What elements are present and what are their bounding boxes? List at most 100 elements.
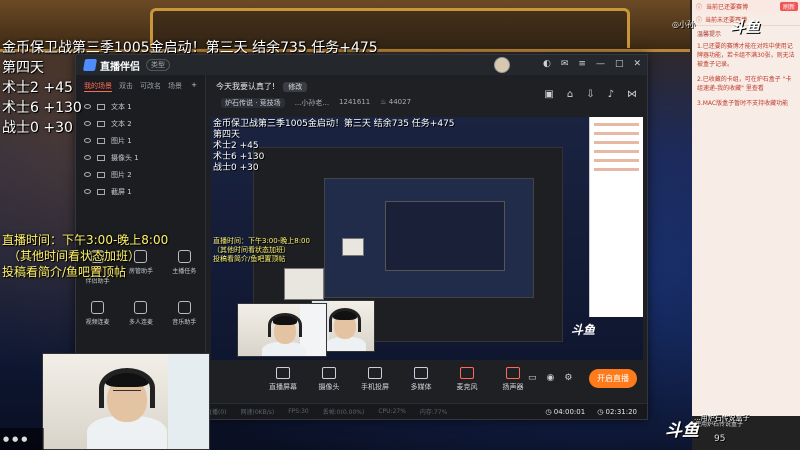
- hot-count: ♨ 44027: [380, 98, 411, 108]
- tip-item: 1.已还要的赛博才能在对阵中使用记牌器功能，若卡组不满30张，则无法被盒子记录。: [697, 43, 795, 68]
- live-timer-value: 04:00:01: [553, 407, 586, 416]
- speaker-button[interactable]: 扬声器: [496, 367, 530, 392]
- minimize-icon[interactable]: —: [596, 59, 605, 69]
- overlay-line: 术士2 +45: [2, 80, 73, 96]
- panel-top: ⓘ 当前已还要赛博 刷新: [692, 0, 800, 13]
- overlay-line: 金币保卫战第三季1005金启动！第三天 结余735 任务+475: [2, 40, 378, 56]
- refresh-button[interactable]: 刷新: [779, 2, 798, 11]
- douyu-logo: 斗鱼: [730, 18, 761, 36]
- menu-icon[interactable]: ≡: [578, 59, 586, 69]
- download-icon[interactable]: ⇩: [586, 89, 594, 100]
- monitor-icon: [276, 367, 290, 379]
- hud-number: 95: [714, 434, 726, 444]
- schedule-line: 直播时间：下午3:00-晚上8:00: [2, 233, 169, 247]
- layer-item[interactable]: 图片 2: [76, 166, 205, 183]
- microphone-icon: [460, 367, 474, 379]
- deck-tracker-panel: ⓘ 当前已还要赛博 刷新 ⓘ 当前未还要赛博 温馨提示 1.已还要的赛博才能在对…: [692, 0, 800, 450]
- camera-button[interactable]: 摄像头: [312, 367, 346, 392]
- status-item: 内存:77%: [419, 409, 448, 416]
- screenshot-icon: [97, 188, 105, 195]
- info-icon: ⓘ: [696, 16, 703, 24]
- webcam-body: [326, 337, 366, 351]
- control-label: 摄像头: [318, 383, 340, 391]
- phone-cast-button[interactable]: 手机投屏: [358, 367, 392, 392]
- tool-label: 视频连麦: [85, 319, 110, 326]
- view-icon[interactable]: ◉: [547, 373, 555, 383]
- status-timers: ◷ 04:00:01 ◷ 02:31:20: [545, 408, 647, 416]
- preview-panel-line: [594, 150, 639, 153]
- tip-item: 3.MAC版盒子暂时不支持收藏功能: [697, 100, 789, 107]
- microphone-button[interactable]: 麦克风: [450, 367, 484, 392]
- preview-right-panel: [589, 117, 643, 317]
- layer-label: 图片 2: [111, 170, 132, 179]
- schedule-line: 投稿看简介/鱼吧置顶帖: [2, 265, 127, 279]
- status-item: 丢帧:0(0.00%): [322, 409, 365, 416]
- status-item: 网速(0KB/s): [240, 409, 275, 416]
- overlay-line: 第四天: [2, 60, 44, 76]
- webcam-window-light: [167, 354, 209, 449]
- camera-icon: [322, 367, 336, 379]
- video-link-icon: [91, 301, 105, 314]
- record-icons: ▭ ◉ ⚙: [528, 373, 572, 383]
- schedule-line: （其他时间看状态加班）: [8, 249, 141, 263]
- phone-icon: [368, 367, 382, 379]
- message-icon[interactable]: ✉: [561, 59, 569, 69]
- overlay-line: 战士0 +30: [2, 120, 73, 136]
- preview-douyu-logo: 斗鱼: [571, 323, 596, 337]
- lock-icon[interactable]: ⌂: [567, 89, 573, 100]
- session-timer: ◷ 02:31:20: [597, 408, 637, 416]
- media-button[interactable]: 多媒体: [404, 367, 438, 392]
- skin-icon[interactable]: ◐: [543, 59, 551, 69]
- layer-item[interactable]: 摄像头 1: [76, 149, 205, 166]
- preview-panel-line: [594, 123, 639, 126]
- stream-screen: 直播伴侣 类型 ◐ ✉ ≡ — □ ✕ 我的场景 双击 可改名 场景 + 文本 …: [0, 0, 800, 450]
- control-label: 扬声器: [502, 383, 524, 391]
- secondary-webcam: [237, 303, 327, 357]
- close-icon[interactable]: ✕: [633, 59, 641, 69]
- info-icon: ⓘ: [696, 4, 703, 11]
- layer-item[interactable]: 截屏 1: [76, 183, 205, 200]
- fire-icon: ♨: [380, 98, 387, 106]
- preview-panel-line: [594, 159, 639, 162]
- source-controls: 直播屏幕 摄像头 手机投屏 多媒体 麦克风 扬声器: [266, 367, 530, 392]
- eye-icon[interactable]: [84, 172, 91, 177]
- clock-icon: ◷: [597, 407, 604, 416]
- top-right-icons: ▣ ⌂ ⇩ ♪ ⋈: [544, 89, 637, 100]
- gift-text: ...用炉石传说盒子: [694, 414, 750, 422]
- eye-icon[interactable]: [84, 155, 91, 160]
- tool-label: 主播任务: [172, 268, 197, 275]
- multi-link-tool[interactable]: 多人连麦: [121, 301, 161, 326]
- preview-nested-window-3: [385, 201, 505, 271]
- multi-link-icon: [134, 301, 148, 314]
- maximize-icon[interactable]: □: [615, 59, 624, 69]
- status-item: FPS:30: [288, 408, 309, 415]
- media-icon: [414, 367, 428, 379]
- bottom-left-hud: ● ● ●: [0, 428, 44, 450]
- tip-item: 2.已收藏的卡组，可在炉石盒子 "卡组速递-我的收藏" 里查看: [697, 76, 792, 92]
- preview-panel-line: [594, 132, 639, 135]
- record-icon[interactable]: ▭: [528, 373, 537, 383]
- share-icon[interactable]: ⋈: [627, 89, 637, 100]
- screen-capture-button[interactable]: 直播屏幕: [266, 367, 300, 392]
- video-link-tool[interactable]: 视频连麦: [78, 301, 118, 326]
- music-tool[interactable]: 音乐助手: [164, 301, 204, 326]
- layer-label: 截屏 1: [111, 187, 132, 196]
- gift-icon[interactable]: ▣: [544, 89, 553, 100]
- user-avatar[interactable]: [494, 57, 510, 73]
- preview-panel-line: [594, 141, 639, 144]
- window-buttons: ◐ ✉ ≡ — □ ✕: [543, 59, 641, 69]
- task-icon: [177, 250, 191, 263]
- eye-icon[interactable]: [84, 138, 91, 143]
- anchor-task-tool[interactable]: 主播任务: [164, 250, 204, 285]
- session-timer-value: 02:31:20: [605, 407, 637, 416]
- eye-icon[interactable]: [84, 189, 91, 194]
- bell-icon[interactable]: ♪: [608, 89, 614, 100]
- headphones-icon: [329, 308, 361, 332]
- schedule-overlay: 直播时间：下午3:00-晚上8:00 （其他时间看状态加班） 投稿看简介/鱼吧置…: [2, 232, 168, 280]
- headphones-icon: [99, 368, 155, 408]
- speaker-icon: [506, 367, 520, 379]
- main-webcam: [42, 353, 210, 450]
- start-live-button[interactable]: 开启直播: [589, 369, 637, 388]
- settings-icon[interactable]: ⚙: [564, 373, 572, 383]
- coin-icon: ●: [12, 435, 19, 443]
